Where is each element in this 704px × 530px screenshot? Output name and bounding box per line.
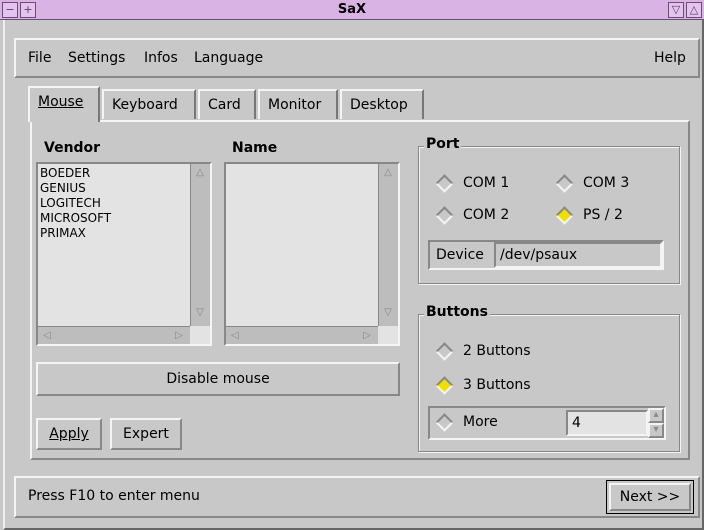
tab-card[interactable]: Card [198,89,256,119]
title-bar[interactable]: − + SaX ▽ △ [0,0,704,20]
buttons-title: Buttons [424,304,490,320]
apply-button[interactable]: Apply [36,418,102,450]
name-hscrollbar[interactable]: ◁ ▷ [226,326,378,344]
tab-mouse[interactable]: Mouse [28,86,100,122]
radio-3-buttons-label: 3 Buttons [463,377,531,393]
expert-button[interactable]: Expert [110,418,182,450]
tab-monitor[interactable]: Monitor [258,89,338,119]
maximize-icon[interactable]: △ [686,2,702,18]
spin-up-icon[interactable]: ▴ [648,408,664,423]
name-list[interactable]: △ ▽ ◁ ▷ [224,162,400,346]
vendor-list-item[interactable]: GENIUS [38,181,188,196]
scroll-left-icon[interactable]: ◁ [228,329,242,343]
tab-desktop-label: Desktop [350,97,408,113]
spin-down-icon[interactable]: ▾ [648,423,664,438]
radio-ps2-label: PS / 2 [583,207,623,223]
tab-mouse-label: Mouse [38,94,84,110]
radio-com1-label: COM 1 [463,175,510,191]
device-label: Device [436,247,484,263]
scroll-up-icon[interactable]: △ [193,166,207,180]
vendor-list-item[interactable]: BOEDER [38,166,188,181]
menu-infos[interactable]: Infos [144,47,178,69]
radio-com2[interactable]: COM 2 [435,205,510,225]
name-vscrollbar[interactable]: △ ▽ [378,164,398,326]
scroll-up-icon[interactable]: △ [381,166,395,180]
scroll-right-icon[interactable]: ▷ [360,329,374,343]
vendor-vscrollbar[interactable]: △ ▽ [190,164,210,326]
vendor-list-item[interactable]: PRIMAX [38,226,188,241]
more-spinbox[interactable]: 4 [566,410,648,436]
vendor-list-item[interactable]: MICROSOFT [38,211,188,226]
menu-help[interactable]: Help [654,47,686,69]
name-header: Name [232,140,278,156]
tab-monitor-label: Monitor [268,97,322,113]
scroll-down-icon[interactable]: ▽ [381,306,395,320]
radio-diamond-selected-icon [555,205,574,225]
menu-file[interactable]: File [28,47,51,69]
tab-card-label: Card [208,97,241,113]
next-label: Next >> [619,489,681,505]
radio-diamond-icon [435,205,454,225]
radio-ps2[interactable]: PS / 2 [555,205,623,225]
radio-diamond-icon [435,412,454,432]
window-title: SaX [337,2,367,17]
minimize-icon[interactable]: ▽ [668,2,684,18]
expert-label: Expert [123,426,169,442]
radio-com3[interactable]: COM 3 [555,173,630,193]
radio-diamond-selected-icon [435,375,454,395]
scroll-down-icon[interactable]: ▽ [193,306,207,320]
status-text: Press F10 to enter menu [28,488,200,504]
tab-keyboard[interactable]: Keyboard [102,89,196,119]
scroll-left-icon[interactable]: ◁ [40,329,54,343]
radio-more[interactable]: More [435,412,498,432]
menu-language[interactable]: Language [194,47,263,69]
radio-2-buttons[interactable]: 2 Buttons [435,341,531,361]
radio-3-buttons[interactable]: 3 Buttons [435,375,531,395]
vendor-hscrollbar[interactable]: ◁ ▷ [38,326,190,344]
device-field[interactable]: /dev/psaux [494,242,662,268]
radio-diamond-icon [435,173,454,193]
next-button[interactable]: Next >> [609,483,691,511]
apply-label: Apply [49,426,89,442]
radio-2-buttons-label: 2 Buttons [463,343,531,359]
menu-settings[interactable]: Settings [68,47,125,69]
tab-desktop[interactable]: Desktop [340,89,424,119]
tab-keyboard-label: Keyboard [112,97,178,113]
radio-com2-label: COM 2 [463,207,510,223]
port-title: Port [424,136,462,152]
radio-com1[interactable]: COM 1 [435,173,510,193]
radio-diamond-icon [435,341,454,361]
radio-more-label: More [463,414,498,430]
vendor-header: Vendor [44,140,101,156]
vendor-list[interactable]: BOEDER GENIUS LOGITECH MICROSOFT PRIMAX △ ▽ … [36,162,212,346]
radio-com3-label: COM 3 [583,175,630,191]
radio-diamond-icon [555,173,574,193]
scroll-right-icon[interactable]: ▷ [172,329,186,343]
vendor-list-item[interactable]: LOGITECH [38,196,188,211]
disable-mouse-button[interactable]: Disable mouse [36,362,400,396]
